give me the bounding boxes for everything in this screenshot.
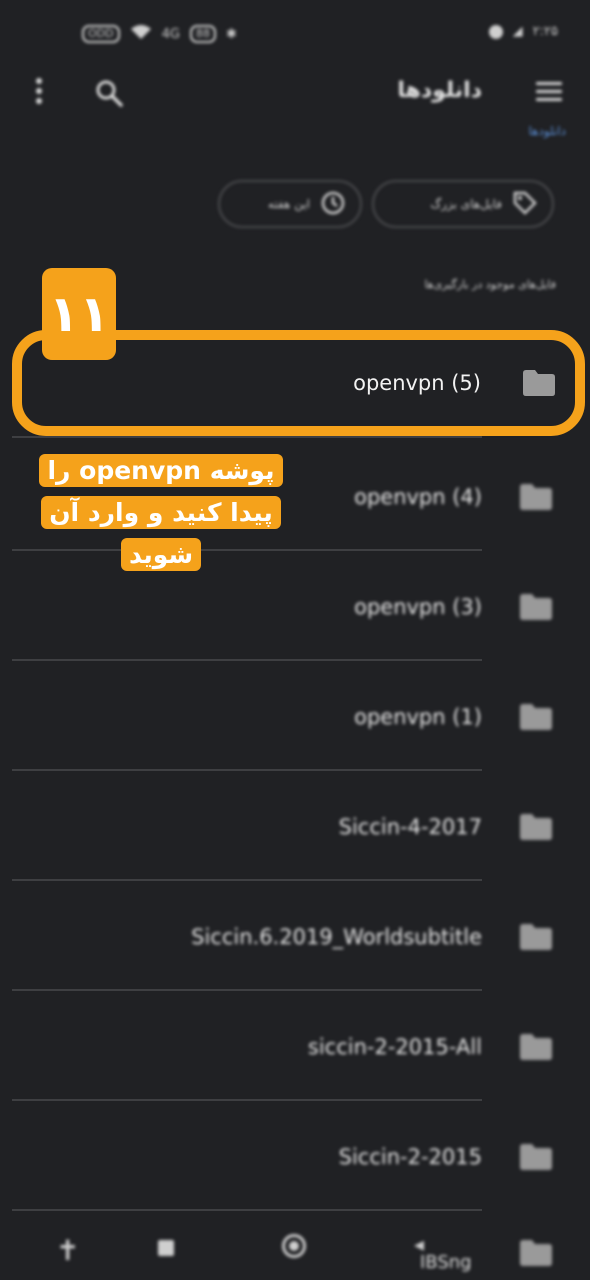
list-item-folder[interactable]: Siccin-2-2015 — [0, 1102, 590, 1212]
battery-indicator: 88 — [189, 25, 216, 43]
status-right: ◢ ۲:۲۵ — [488, 24, 558, 39]
folder-name: openvpn (1) — [354, 705, 482, 729]
step-number-badge: ۱۱ — [42, 268, 116, 360]
list-divider — [12, 879, 482, 881]
search-icon[interactable] — [94, 78, 124, 108]
tag-icon — [512, 190, 538, 219]
chip-label: فایل‌های بزرگ — [430, 197, 502, 211]
list-divider — [12, 989, 482, 991]
folder-icon — [520, 1240, 552, 1266]
folder-name[interactable]: IBSng — [420, 1252, 472, 1273]
list-divider — [12, 769, 482, 771]
list-item-folder[interactable]: siccin-2-2015-All — [0, 992, 590, 1102]
menu-icon[interactable] — [536, 82, 562, 104]
list-divider — [12, 436, 482, 438]
chip-this-week[interactable]: این هفته — [218, 180, 362, 228]
folder-name: Siccin.6.2019_Worldsubtitle — [191, 925, 482, 949]
folder-name: Siccin-4-2017 — [338, 815, 482, 839]
list-item-folder[interactable]: openvpn (1) — [0, 662, 590, 772]
list-item-folder[interactable]: Siccin.6.2019_Worldsubtitle — [0, 882, 590, 992]
list-divider — [12, 1209, 482, 1211]
folder-name: siccin-2-2015-All — [307, 1035, 482, 1059]
clock: ۲:۲۵ — [532, 24, 558, 39]
list-item-folder[interactable]: Siccin-4-2017 — [0, 772, 590, 882]
recents-button[interactable] — [158, 1240, 174, 1256]
folder-name: openvpn (4) — [354, 485, 482, 509]
folder-icon — [520, 1144, 552, 1170]
wifi-icon — [130, 24, 152, 44]
accessibility-icon[interactable]: ✝ — [56, 1234, 79, 1267]
callout-text: پوشه openvpn را پیدا کنید و وارد آن شوید — [39, 454, 283, 571]
chip-label: این هفته — [267, 197, 310, 211]
folder-icon — [520, 1034, 552, 1060]
folder-icon — [523, 370, 555, 396]
app-notification-icon — [488, 24, 503, 39]
list-divider — [12, 659, 482, 661]
status-bar: ODD 4G 88 ✱ ◢ ۲:۲۵ — [0, 0, 590, 70]
folder-icon — [520, 594, 552, 620]
system-nav-bar: ✝ ◂ IBSng — [0, 1220, 590, 1280]
home-button[interactable] — [282, 1234, 306, 1258]
folder-icon — [520, 924, 552, 950]
status-left: ODD 4G 88 ✱ — [82, 24, 237, 44]
chip-large-files[interactable]: فایل‌های بزرگ — [372, 180, 554, 228]
top-app-bar: دانلودها — [0, 70, 590, 120]
more-vert-icon[interactable] — [34, 78, 44, 110]
folder-icon — [520, 704, 552, 730]
breadcrumb[interactable]: دانلودها — [528, 124, 566, 138]
instruction-callout: پوشه openvpn را پیدا کنید و وارد آن شوید — [30, 450, 292, 576]
folder-name: openvpn (3) — [354, 595, 482, 619]
status-pill: ODD — [82, 25, 120, 43]
list-divider — [12, 1099, 482, 1101]
bluetooth-icon: ✱ — [225, 26, 237, 42]
folder-icon — [520, 484, 552, 510]
page-title: دانلودها — [397, 78, 482, 103]
section-label: فایل‌های موجود در بارگیری‌ها — [424, 278, 556, 291]
folder-name: Siccin-2-2015 — [338, 1145, 482, 1169]
clock-icon — [320, 190, 346, 219]
signal-label: 4G — [161, 26, 180, 42]
signal-strength-icon: ◢ — [512, 24, 523, 39]
folder-icon — [520, 814, 552, 840]
folder-name: openvpn (5) — [353, 371, 481, 395]
